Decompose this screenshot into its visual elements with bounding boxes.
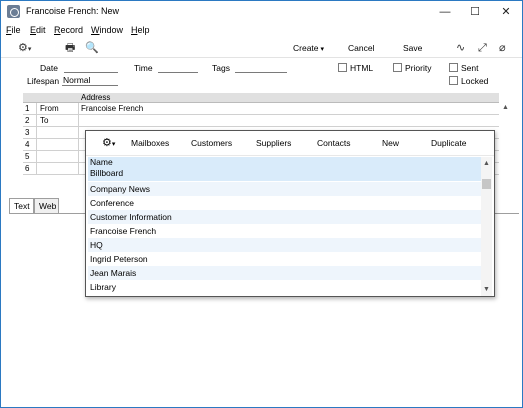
grid-row[interactable]: 2 To: [23, 115, 499, 127]
popup-list-header: Name Billboard: [88, 157, 481, 181]
scroll-up-icon[interactable]: ▲: [501, 103, 510, 112]
list-item[interactable]: Company News: [88, 182, 481, 196]
create-label: Create: [293, 43, 319, 53]
menu-edit[interactable]: Edit: [30, 25, 46, 35]
gear-icon: ⚙: [18, 42, 28, 54]
gear-icon: ⚙: [102, 137, 112, 149]
address-column-header: Address: [81, 93, 111, 102]
chevron-down-icon: ▾: [111, 141, 116, 148]
tab-web[interactable]: Web: [34, 198, 59, 214]
date-label: Date: [40, 63, 58, 73]
row-number: 1: [25, 104, 30, 113]
grid-scrollbar[interactable]: ▲: [500, 103, 510, 175]
sent-checkbox[interactable]: [449, 63, 458, 72]
popup-new-button[interactable]: New: [382, 138, 399, 148]
menu-help-rest: elp: [137, 25, 150, 35]
grid-column-divider: [78, 103, 79, 175]
minimize-button[interactable]: —: [430, 1, 460, 23]
menu-record[interactable]: Record: [54, 25, 83, 35]
html-checkbox[interactable]: [338, 63, 347, 72]
lifespan-field[interactable]: Normal: [62, 75, 118, 86]
toolbar: ⚙▾ 🖶 🔍 Create ▾ Cancel Save ∿ ⤢ ⌀: [1, 38, 522, 58]
list-item[interactable]: Customer Information: [88, 210, 481, 224]
tags-label: Tags: [212, 63, 230, 73]
expand-icon[interactable]: ⤢: [478, 41, 487, 55]
priority-label: Priority: [405, 63, 432, 73]
popup-toolbar: ⚙▾ Mailboxes Customers Suppliers Contact…: [86, 131, 494, 156]
recipient-popup: ⚙▾ Mailboxes Customers Suppliers Contact…: [85, 130, 495, 297]
html-label: HTML: [350, 63, 374, 73]
popup-gear-menu-button[interactable]: ⚙▾: [102, 136, 115, 149]
sent-label: Sent: [461, 63, 479, 73]
popup-mailboxes-button[interactable]: Mailboxes: [131, 138, 169, 148]
create-menu-button[interactable]: Create ▾: [293, 43, 324, 53]
popup-duplicate-button[interactable]: Duplicate: [431, 138, 466, 148]
menu-record-rest: ecord: [60, 25, 84, 35]
close-button[interactable]: ✕: [491, 1, 521, 23]
cancel-button[interactable]: Cancel: [348, 43, 374, 53]
menu-file-rest: ile: [11, 25, 21, 35]
gear-menu-button[interactable]: ⚙▾: [18, 41, 31, 55]
tags-field[interactable]: [235, 62, 287, 73]
name-column-header: Name: [90, 157, 113, 167]
save-button[interactable]: Save: [403, 43, 422, 53]
scrollbar-thumb[interactable]: [482, 179, 491, 189]
main-window: Francoise French: New — ☐ ✕ File Edit Re…: [0, 0, 523, 408]
window-title: Francoise French: New: [26, 6, 120, 16]
list-item[interactable]: Library: [88, 280, 481, 294]
chevron-down-icon: ▾: [27, 46, 32, 53]
maximize-button[interactable]: ☐: [460, 1, 490, 23]
menu-bar: File Edit Record Window Help: [1, 23, 522, 38]
row-number: 6: [25, 164, 30, 173]
menu-file[interactable]: File: [6, 25, 21, 35]
row-type: To: [40, 116, 49, 125]
scroll-up-icon[interactable]: ▲: [482, 159, 491, 168]
popup-scrollbar[interactable]: ▲ ▼: [481, 157, 492, 296]
app-icon: [7, 5, 20, 18]
row-number: 5: [25, 152, 30, 161]
attachment-icon[interactable]: ⌀: [499, 41, 506, 55]
row-type: From: [40, 104, 59, 113]
popup-contacts-button[interactable]: Contacts: [317, 138, 351, 148]
popup-suppliers-button[interactable]: Suppliers: [256, 138, 291, 148]
row-address: Francoise French: [81, 104, 144, 113]
list-item[interactable]: HQ: [88, 238, 481, 252]
list-item[interactable]: Ingrid Peterson: [88, 252, 481, 266]
priority-checkbox[interactable]: [393, 63, 402, 72]
menu-window[interactable]: Window: [91, 25, 123, 35]
menu-edit-rest: dit: [36, 25, 46, 35]
menu-help[interactable]: Help: [131, 25, 150, 35]
print-icon[interactable]: 🖶: [65, 41, 75, 55]
locked-label: Locked: [461, 76, 489, 86]
menu-window-mnemonic: W: [91, 25, 100, 35]
grid-header: Address: [23, 93, 499, 103]
time-label: Time: [134, 63, 153, 73]
chevron-down-icon: ▾: [318, 46, 324, 53]
lifespan-label: Lifespan: [27, 76, 60, 86]
list-item[interactable]: Jean Marais: [88, 266, 481, 280]
list-item[interactable]: Francoise French: [88, 224, 481, 238]
list-item[interactable]: Conference: [88, 196, 481, 210]
activity-icon[interactable]: ∿: [456, 41, 465, 55]
date-field[interactable]: [64, 62, 118, 73]
list-item-selected[interactable]: Billboard: [90, 168, 123, 178]
scroll-down-icon[interactable]: ▼: [482, 285, 491, 294]
row-number: 4: [25, 140, 30, 149]
time-field[interactable]: [158, 62, 198, 73]
row-number: 2: [25, 116, 30, 125]
locked-checkbox[interactable]: [449, 76, 458, 85]
popup-customers-button[interactable]: Customers: [191, 138, 232, 148]
row-number: 3: [25, 128, 30, 137]
grid-column-divider: [36, 103, 37, 175]
menu-window-rest: indow: [99, 25, 124, 35]
grid-row[interactable]: 1 From Francoise French: [23, 103, 499, 115]
title-bar: Francoise French: New — ☐ ✕: [1, 1, 522, 23]
tab-text[interactable]: Text: [9, 198, 34, 214]
print-preview-icon[interactable]: 🔍: [85, 41, 99, 55]
